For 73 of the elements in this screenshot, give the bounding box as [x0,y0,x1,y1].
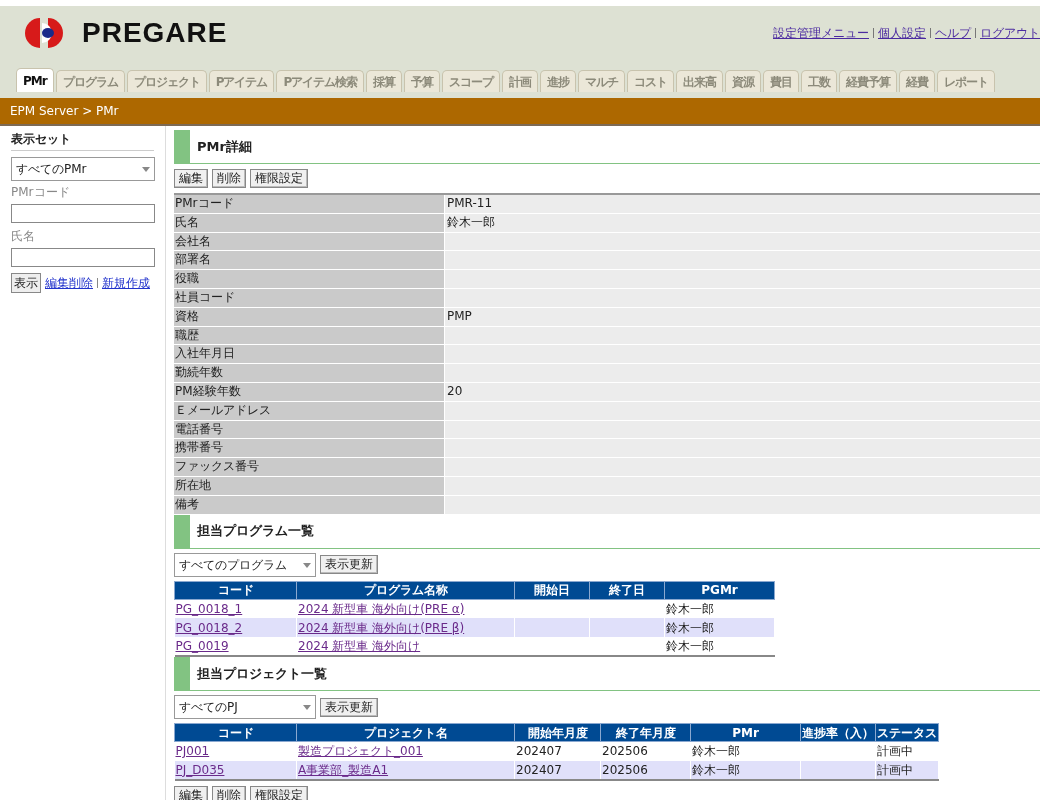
table-cell: 202407 [516,762,562,777]
sidebar-link[interactable]: 新規作成 [102,274,150,292]
column-header: 終了年月度 [600,723,691,742]
field-label-cell: PMrコード [174,195,444,213]
field-label: PMrコード [11,184,71,201]
column-header: コード [174,723,297,742]
table-cell: 202506 [602,744,648,759]
input-field[interactable] [11,247,155,267]
table-link[interactable]: PJ_D035 [175,762,225,777]
field-label-cell: 携帯番号 [174,439,444,458]
nav-tab[interactable]: PMr [16,68,54,92]
section-title: 担当プロジェクト一覧 [197,664,327,683]
logo-text: PREGARE [82,16,228,50]
dropdown-caret-icon [303,562,311,568]
action-button[interactable]: 削除 [212,785,246,800]
field-label-cell: 部署名 [174,251,444,270]
table-link[interactable]: PG_0019 [175,639,229,654]
action-button[interactable]: 表示更新 [320,697,378,717]
table-cell: 計画中 [877,762,913,777]
input-field[interactable] [11,203,155,223]
field-label-cell: ファックス番号 [174,458,444,476]
sidebar-title: 表示セット [11,130,154,151]
show-button[interactable]: 表示 [11,273,41,293]
table-cell: 鈴木一郎 [666,601,714,616]
table-cell: 計画中 [877,744,913,759]
column-header: 開始年月度 [514,723,601,742]
dropdown-caret-icon [303,705,311,711]
column-header: PMr [690,723,801,742]
action-button[interactable]: 権限設定 [250,785,308,800]
table-link[interactable]: PG_0018_2 [175,620,243,635]
column-header: PGMr [664,581,775,600]
table-cell: 202506 [602,762,648,777]
sidebar-link[interactable]: 編集削除 [45,274,93,292]
field-label-cell: 役職 [174,270,444,288]
breadcrumb: EPM Server > PMr [10,103,119,120]
column-header: 進捗率（入） [800,723,876,742]
table-cell: 鈴木一郎 [692,744,740,759]
table-link[interactable]: A事業部_製造A1 [298,762,389,777]
table-link[interactable]: 2024 新型車 海外向け(PRE α) [298,601,465,616]
table-link[interactable]: 2024 新型車 海外向け [298,639,421,654]
header-link[interactable]: 個人設定 [878,24,926,42]
dropdown[interactable]: すべてのPJ [174,695,316,720]
action-button[interactable]: 編集 [174,169,208,188]
dropdown-caret-icon [142,167,150,172]
field-value-cell: PMR-11 [445,195,1040,213]
table-link[interactable]: PJ001 [175,744,210,759]
action-button[interactable]: 権限設定 [250,169,308,188]
table-link[interactable]: PG_0018_1 [175,601,243,616]
table-link[interactable]: 製造プロジェクト_001 [298,744,423,759]
header-link[interactable]: 設定管理メニュー [773,24,869,42]
column-header: 終了日 [589,581,665,600]
action-button[interactable]: 削除 [212,169,246,188]
field-label-cell: 勤続年数 [174,364,444,382]
table-link[interactable]: 2024 新型車 海外向け(PRE β) [298,620,465,635]
table-cell: 鈴木一郎 [692,762,740,777]
action-button[interactable]: 表示更新 [320,555,378,575]
section-title: 担当プログラム一覧 [197,522,314,541]
action-button[interactable]: 編集 [174,785,208,800]
section-title: PMr詳細 [197,137,252,156]
table-cell: 鈴木一郎 [666,639,714,654]
table-cell: 202407 [516,744,562,759]
dropdown[interactable]: すべてのプログラム [174,552,316,577]
column-header: コード [174,581,297,600]
column-header: 開始日 [514,581,590,600]
column-header: プロジェクト名 [296,723,515,742]
field-label: 氏名 [11,228,36,245]
header-link[interactable]: ログアウト [980,24,1040,42]
header-link[interactable]: ヘルプ [935,24,971,42]
table-cell: 鈴木一郎 [666,620,714,635]
column-header: プログラム名称 [296,581,515,600]
dropdown[interactable]: すべてのPMr [11,157,155,181]
column-header: ステータス [875,723,939,742]
field-label-cell: 入社年月日 [174,345,444,364]
